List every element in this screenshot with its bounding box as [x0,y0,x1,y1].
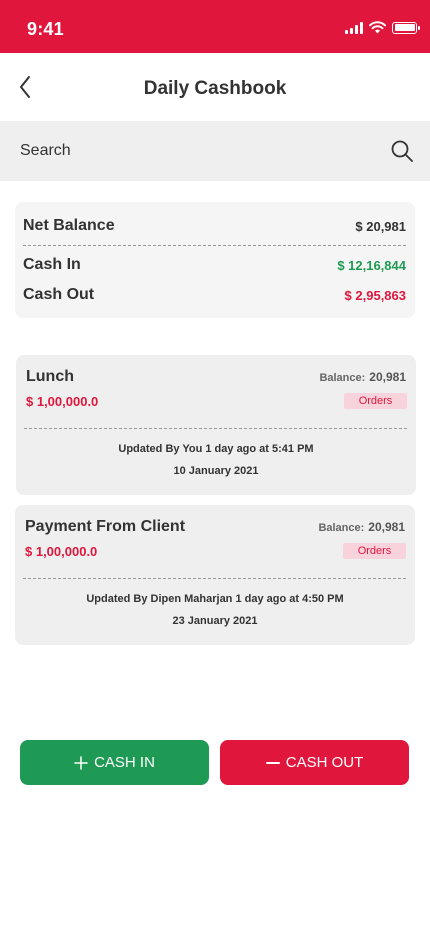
entry-date: 10 January 2021 [173,465,259,477]
status-bar: 9:41 [0,0,430,53]
cash-out-row: Cash Out $ 2,95,863 [23,286,406,304]
entry-date: 23 January 2021 [172,615,258,627]
cash-out-value: $ 2,95,863 [344,287,406,303]
cash-in-label: Cash In [23,256,81,273]
battery-icon [392,21,420,34]
search-icon[interactable] [390,139,414,163]
status-time: 9:41 [27,19,64,39]
net-balance-row: Net Balance $ 20,981 [23,217,406,235]
entry-title: Lunch [26,368,74,385]
cash-in-button-label: CASH IN [94,754,155,771]
entry-updated: Updated By You 1 day ago at 5:41 PM [118,443,314,455]
plus-icon [74,755,88,770]
summary-card: Net Balance $ 20,981 Cash In $ 12,16,844… [15,202,415,318]
cash-in-button[interactable]: CASH IN [20,740,209,785]
entry-card[interactable]: Payment From Client $ 1,00,000.0 Balance… [15,505,415,645]
entry-updated: Updated By Dipen Maharjan 1 day ago at 4… [86,593,344,605]
summary-divider [23,245,406,246]
entry-tag: Orders [343,543,406,559]
search-input[interactable] [20,135,360,167]
entry-balance-value: 20,981 [368,520,405,534]
entry-amount: $ 1,00,000.0 [25,544,98,559]
entry-card[interactable]: Lunch $ 1,00,000.0 Balance: 20,981 Orders… [16,355,416,495]
entry-balance-label: Balance: [318,522,365,534]
net-balance-label: Net Balance [23,217,115,234]
status-icons [345,21,420,34]
minus-icon [265,761,280,764]
entry-balance-value: 20,981 [369,370,406,384]
entry-balance: Balance: 20,981 [318,520,405,534]
net-balance-value: $ 20,981 [355,218,406,234]
cash-out-button-label: CASH OUT [285,754,364,771]
entry-divider [24,428,407,429]
cash-out-label: Cash Out [23,286,95,303]
entry-tag: Orders [344,393,407,409]
cash-in-row: Cash In $ 12,16,844 [23,256,406,274]
page-title: Daily Cashbook [143,78,287,99]
entry-balance: Balance: 20,981 [319,370,406,384]
search-bar [0,121,430,181]
app-header: Daily Cashbook [0,53,430,121]
entry-divider [23,578,406,579]
entry-balance-label: Balance: [319,372,366,384]
signal-icon [345,21,363,34]
wifi-icon [369,21,386,34]
cash-in-value: $ 12,16,844 [337,257,406,273]
cash-out-button[interactable]: CASH OUT [220,740,409,785]
entry-title: Payment From Client [25,518,186,535]
entry-amount: $ 1,00,000.0 [26,394,99,409]
